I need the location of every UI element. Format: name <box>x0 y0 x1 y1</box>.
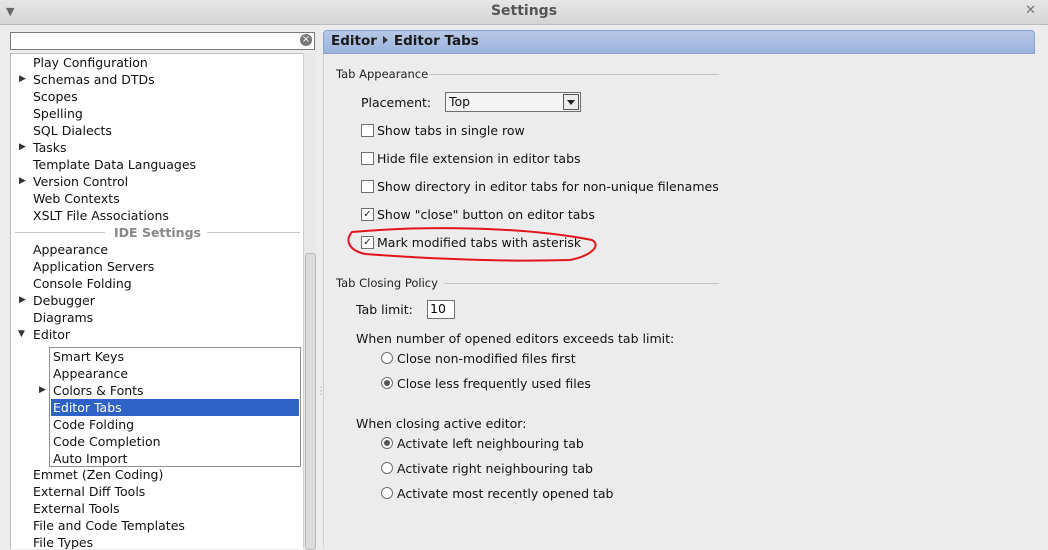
radio-label[interactable]: Activate right neighbouring tab <box>397 461 593 476</box>
scrollbar-thumb[interactable] <box>305 253 316 550</box>
tab-limit-input[interactable] <box>428 301 454 316</box>
tree-item-file-code-templates[interactable]: File and Code Templates <box>33 517 185 534</box>
checkbox-label[interactable]: Show tabs in single row <box>377 123 525 138</box>
group-title-tab-closing: Tab Closing Policy <box>336 276 438 290</box>
group-divider <box>429 74 719 75</box>
checkbox-label[interactable]: Mark modified tabs with asterisk <box>377 235 581 250</box>
tree-item-xslt-file-associations[interactable]: XSLT File Associations <box>33 207 169 224</box>
tree-item-editor-tabs[interactable]: Editor Tabs <box>51 399 299 416</box>
expand-arrow-icon[interactable]: ▶ <box>19 176 26 186</box>
checkbox-label[interactable]: Hide file extension in editor tabs <box>377 151 581 166</box>
tab-limit-field[interactable] <box>427 300 455 319</box>
checkbox-single-row[interactable] <box>361 124 374 137</box>
search-box[interactable]: × <box>10 32 315 50</box>
closing-label: When closing active editor: <box>356 416 527 431</box>
tree-item-emmet[interactable]: Emmet (Zen Coding) <box>33 466 163 483</box>
radio-activate-recent[interactable] <box>381 487 393 499</box>
tree-item-diagrams[interactable]: Diagrams <box>33 309 93 326</box>
radio-label[interactable]: Close non-modified files first <box>397 351 576 366</box>
tree-item-scopes[interactable]: Scopes <box>33 88 78 105</box>
close-icon[interactable]: ✕ <box>1025 3 1036 18</box>
tree-item-play-configuration[interactable]: Play Configuration <box>33 54 148 71</box>
expand-arrow-icon[interactable]: ▶ <box>19 142 26 152</box>
tree-item-file-types[interactable]: File Types <box>33 534 93 549</box>
clear-search-icon[interactable]: × <box>300 34 312 46</box>
tree-item-console-folding[interactable]: Console Folding <box>33 275 132 292</box>
tab-limit-label: Tab limit: <box>356 302 413 317</box>
settings-navigation: × Play Configuration ▶ Schemas and DTDs … <box>0 26 326 550</box>
tree-item-smart-keys[interactable]: Smart Keys <box>53 348 124 365</box>
search-input[interactable] <box>11 34 299 48</box>
collapse-arrow-icon[interactable]: ▼ <box>18 329 25 339</box>
tree-item-code-completion[interactable]: Code Completion <box>53 433 161 450</box>
checkbox-show-close-button[interactable]: ✓ <box>361 208 374 221</box>
group-divider <box>444 283 719 284</box>
tree-item-schemas-dtds[interactable]: Schemas and DTDs <box>33 71 155 88</box>
tree-item-template-data-languages[interactable]: Template Data Languages <box>33 156 196 173</box>
tree-item-external-tools[interactable]: External Tools <box>33 500 120 517</box>
tree-item-application-servers[interactable]: Application Servers <box>33 258 154 275</box>
expand-arrow-icon[interactable]: ▶ <box>19 74 26 84</box>
expand-arrow-icon[interactable]: ▶ <box>19 295 26 305</box>
ide-settings-separator: IDE Settings <box>15 224 300 241</box>
radio-label[interactable]: Close less frequently used files <box>397 376 591 391</box>
page-header: Editor Editor Tabs <box>323 30 1035 54</box>
settings-tree: Play Configuration ▶ Schemas and DTDs Sc… <box>10 53 303 549</box>
tree-item-web-contexts[interactable]: Web Contexts <box>33 190 120 207</box>
tree-item-debugger[interactable]: Debugger <box>33 292 95 309</box>
tree-item-auto-import[interactable]: Auto Import <box>53 450 127 467</box>
exceeds-label: When number of opened editors exceeds ta… <box>356 331 675 346</box>
checkbox-label[interactable]: Show directory in editor tabs for non-un… <box>377 179 719 194</box>
window-title: Settings <box>490 3 558 19</box>
tree-item-appearance[interactable]: Appearance <box>33 241 108 258</box>
radio-activate-right[interactable] <box>381 462 393 474</box>
placement-label: Placement: <box>361 95 432 110</box>
radio-label[interactable]: Activate most recently opened tab <box>397 486 614 501</box>
tree-item-editor[interactable]: Editor <box>33 326 70 343</box>
tree-item-code-folding[interactable]: Code Folding <box>53 416 134 433</box>
dropdown-arrow-icon[interactable] <box>563 94 579 110</box>
separator-line <box>207 232 300 233</box>
tree-item-sql-dialects[interactable]: SQL Dialects <box>33 122 112 139</box>
tree-item-spelling[interactable]: Spelling <box>33 105 83 122</box>
radio-close-less-frequent[interactable] <box>381 377 393 389</box>
breadcrumb-arrow-icon <box>382 36 388 44</box>
radio-close-non-modified[interactable] <box>381 352 393 364</box>
placement-value: Top <box>449 94 471 109</box>
title-bar: ▼ Settings ✕ <box>0 0 1048 25</box>
checkbox-show-directory[interactable] <box>361 180 374 193</box>
tree-item-editor-appearance[interactable]: Appearance <box>53 365 128 382</box>
group-title-tab-appearance: Tab Appearance <box>336 67 429 81</box>
breadcrumb-parent: Editor <box>331 33 377 49</box>
tree-item-tasks[interactable]: Tasks <box>33 139 67 156</box>
expand-arrow-icon[interactable]: ▶ <box>39 385 46 395</box>
breadcrumb: Editor Editor Tabs <box>331 33 479 49</box>
checkbox-hide-extension[interactable] <box>361 152 374 165</box>
tree-item-external-diff-tools[interactable]: External Diff Tools <box>33 483 145 500</box>
checkbox-mark-modified[interactable]: ✓ <box>361 236 374 249</box>
placement-select[interactable]: Top <box>445 92 581 112</box>
tree-scrollbar[interactable] <box>303 53 316 550</box>
settings-content: Editor Editor Tabs Tab Appearance Placeme… <box>323 30 1035 548</box>
editor-subtree: Smart Keys Appearance ▶ Colors & Fonts E… <box>39 347 301 467</box>
tree-item-version-control[interactable]: Version Control <box>33 173 128 190</box>
radio-label[interactable]: Activate left neighbouring tab <box>397 436 584 451</box>
editor-tabs-panel: Tab Appearance Placement: Top Show tabs … <box>323 54 1034 548</box>
tree-item-colors-fonts[interactable]: Colors & Fonts <box>53 382 144 399</box>
checkbox-label[interactable]: Show "close" button on editor tabs <box>377 207 595 222</box>
radio-activate-left[interactable] <box>381 437 393 449</box>
breadcrumb-current: Editor Tabs <box>393 33 479 49</box>
